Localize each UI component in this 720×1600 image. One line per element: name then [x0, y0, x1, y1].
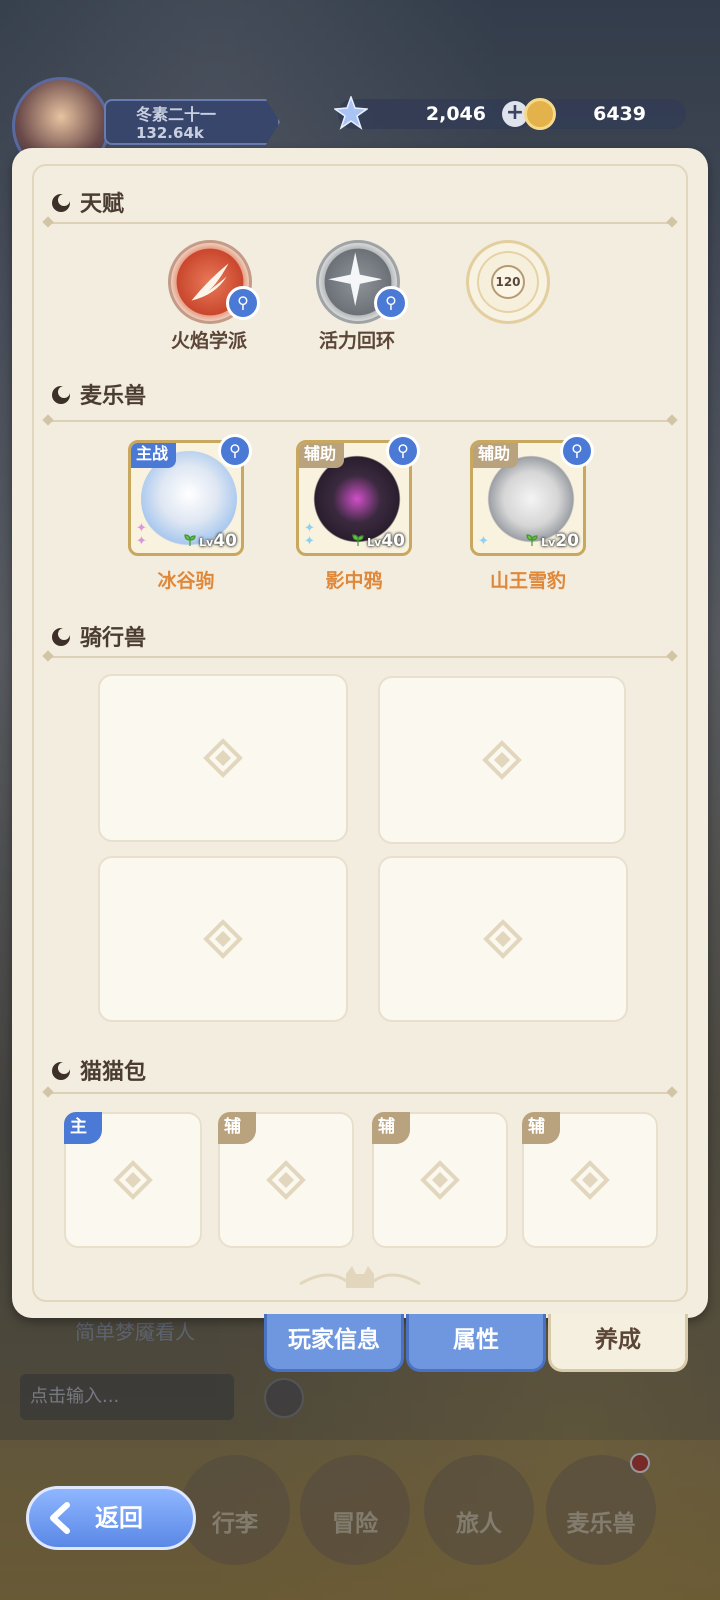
empty-slot-icon: [113, 1160, 153, 1200]
cat-emblem-ornament: [299, 1266, 421, 1288]
talent-fire-name: 火焰学派: [170, 330, 247, 352]
pet-star-icons: ✦ ✦: [304, 521, 315, 549]
talent-vitality-detail-button[interactable]: ⚲: [374, 286, 408, 320]
mount-slot[interactable]: [98, 674, 348, 842]
empty-slot-icon: [203, 919, 243, 959]
tab-player-info[interactable]: 玩家信息: [264, 1314, 404, 1372]
empty-slot-icon: [482, 740, 522, 780]
player-name: 冬素二十一: [136, 105, 217, 124]
tab-attributes[interactable]: 属性: [406, 1314, 546, 1372]
talent-vitality-name: 活力回环: [318, 330, 395, 352]
sprout-icon: [526, 534, 538, 546]
pet-support-2-detail-button[interactable]: ⚲: [560, 434, 594, 468]
divider: [48, 1092, 672, 1094]
coin-icon: [524, 98, 556, 130]
pet-level: Lv40: [199, 531, 237, 551]
slot-tag: 辅: [522, 1112, 560, 1144]
section-icon: [52, 194, 70, 212]
cat-bag-slot-support[interactable]: 辅: [372, 1112, 508, 1248]
crystal-counter: 2,046 +: [334, 96, 532, 130]
pet-level: Lv20: [541, 531, 579, 551]
slot-tag: 辅: [372, 1112, 410, 1144]
pet-support-2-name: 山王雪豹: [489, 570, 566, 592]
slot-tag: 辅: [218, 1112, 256, 1144]
top-bar: 冬素二十一 132.64k 2,046 + 6439: [0, 77, 720, 175]
section-title-cat-bags: 猫猫包: [50, 1054, 146, 1086]
divider: [48, 222, 672, 224]
section-icon: [52, 1062, 70, 1080]
divider: [48, 420, 672, 422]
pet-role-tag: 辅助: [299, 443, 345, 468]
pet-main-detail-button[interactable]: ⚲: [218, 434, 252, 468]
cat-bag-slot-support[interactable]: 辅: [218, 1112, 354, 1248]
pet-star-icons: ✦: [478, 534, 489, 549]
slot-tag: 主: [64, 1112, 102, 1144]
section-icon: [52, 628, 70, 646]
coin-amount: 6439: [593, 103, 646, 125]
talent-locked-120[interactable]: 120: [466, 240, 550, 324]
empty-slot-icon: [483, 919, 523, 959]
crystal-amount: 2,046: [425, 103, 486, 125]
section-title-pets: 麦乐兽: [50, 378, 146, 410]
empty-slot-icon: [266, 1160, 306, 1200]
sprout-icon: [352, 534, 364, 546]
mount-slot[interactable]: [98, 856, 348, 1022]
section-icon: [52, 386, 70, 404]
player-power: 132.64k: [136, 124, 204, 142]
sprout-icon: [184, 534, 196, 546]
pet-main-name: 冰谷驹: [157, 570, 215, 592]
section-title-mounts: 骑行兽: [50, 620, 146, 652]
back-arrow-icon: [50, 1502, 70, 1534]
empty-slot-icon: [420, 1160, 460, 1200]
player-namecard: 冬素二十一 132.64k: [104, 99, 280, 145]
empty-slot-icon: [570, 1160, 610, 1200]
coin-counter: 6439: [524, 98, 686, 130]
tab-growth[interactable]: 养成: [548, 1314, 688, 1372]
mount-slot[interactable]: [378, 856, 628, 1022]
crystal-icon: [334, 96, 368, 130]
pet-role-tag: 主战: [131, 443, 177, 468]
section-title-talent: 天赋: [50, 186, 124, 218]
talent-level-requirement: 120: [491, 265, 525, 299]
empty-slot-icon: [203, 738, 243, 778]
pet-level: Lv40: [367, 531, 405, 551]
divider: [48, 656, 672, 658]
back-button[interactable]: 返回: [26, 1486, 196, 1550]
cat-bag-slot-support[interactable]: 辅: [522, 1112, 658, 1248]
cat-bag-slot-main[interactable]: 主: [64, 1112, 202, 1248]
pet-support-1-name: 影中鸦: [325, 570, 383, 592]
pet-support-1-detail-button[interactable]: ⚲: [386, 434, 420, 468]
pet-role-tag: 辅助: [473, 443, 519, 468]
talent-fire-detail-button[interactable]: ⚲: [226, 286, 260, 320]
pet-star-icons: ✦ ✦: [136, 521, 147, 549]
mount-slot[interactable]: [378, 676, 626, 844]
